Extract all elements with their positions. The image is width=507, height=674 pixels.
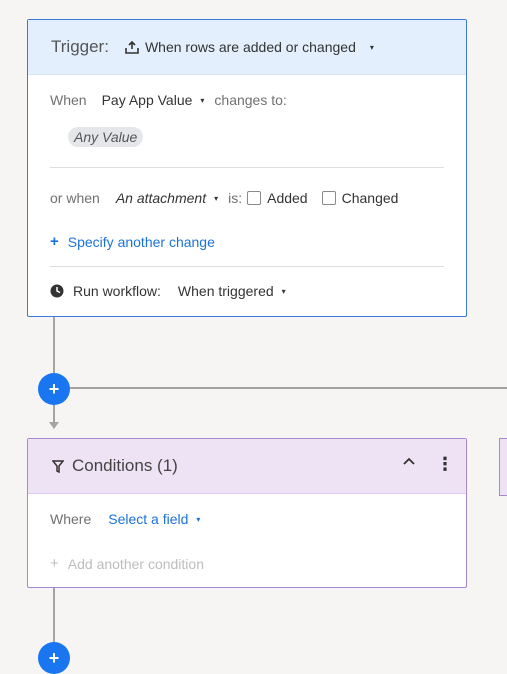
column-select-label: Pay App Value xyxy=(101,92,193,108)
when-label: When xyxy=(50,92,87,108)
trigger-header: Trigger: When rows are added or changed … xyxy=(28,20,466,75)
added-label: Added xyxy=(267,190,308,206)
arrow-down-icon xyxy=(49,422,59,429)
specify-another-change-link[interactable]: + Specify another change xyxy=(50,233,215,250)
branch-connector xyxy=(70,387,507,389)
connector-bottom xyxy=(53,587,55,643)
clock-icon xyxy=(50,284,64,298)
plus-icon: + xyxy=(48,647,60,668)
plus-icon: + xyxy=(50,233,59,250)
more-vertical-icon: ⋮ xyxy=(436,454,454,474)
divider xyxy=(50,167,444,168)
caret-down-icon: ▾ xyxy=(281,286,286,296)
caret-down-icon: ▾ xyxy=(369,42,374,52)
trigger-event-label: When rows are added or changed xyxy=(144,39,356,55)
upload-icon xyxy=(125,40,139,54)
when-row: When Pay App Value ▾ changes to: xyxy=(50,92,287,108)
or-when-label: or when xyxy=(50,190,100,206)
where-row: Where Select a field ▾ xyxy=(50,511,200,527)
where-label: Where xyxy=(50,511,92,527)
run-workflow-label: Run workflow: xyxy=(73,283,161,299)
added-checkbox[interactable]: Added xyxy=(247,190,308,206)
run-workflow-select[interactable]: When triggered ▾ xyxy=(178,283,286,299)
attachment-select[interactable]: An attachment ▾ xyxy=(116,190,218,206)
attachment-select-label: An attachment xyxy=(115,190,207,206)
conditions-header: Conditions (1) ⋮ xyxy=(28,439,466,494)
collapse-button[interactable] xyxy=(403,457,415,465)
checkbox[interactable] xyxy=(247,191,262,205)
add-step-button[interactable]: + xyxy=(38,373,70,405)
select-field-dropdown[interactable]: Select a field ▾ xyxy=(108,511,200,527)
trigger-card: Trigger: When rows are added or changed … xyxy=(27,19,467,317)
any-value-chip[interactable]: Any Value xyxy=(68,127,144,147)
changed-label: Changed xyxy=(341,190,399,206)
checkbox[interactable] xyxy=(321,191,336,205)
plus-icon: + xyxy=(48,378,60,399)
or-when-row: or when An attachment ▾ is: Added Change… xyxy=(50,190,398,206)
add-condition-link[interactable]: + Add another condition xyxy=(50,555,204,572)
filter-icon xyxy=(52,459,64,473)
changes-to-label: changes to: xyxy=(214,92,287,108)
divider xyxy=(50,266,444,267)
caret-down-icon: ▾ xyxy=(214,193,219,203)
caret-down-icon: ▾ xyxy=(196,514,201,524)
column-select[interactable]: Pay App Value ▾ xyxy=(102,92,205,108)
conditions-card: Conditions (1) ⋮ Where Select a field ▾ … xyxy=(27,438,467,588)
run-workflow-row: Run workflow: When triggered ▾ xyxy=(50,283,286,299)
is-label: is: xyxy=(228,190,243,206)
caret-down-icon: ▾ xyxy=(200,95,205,105)
run-workflow-value: When triggered xyxy=(177,283,274,299)
add-condition-label: Add another condition xyxy=(67,555,204,572)
changed-checkbox[interactable]: Changed xyxy=(321,190,399,206)
conditions-title: Conditions (1) xyxy=(72,456,178,475)
chevron-up-icon xyxy=(403,457,415,465)
branch-card-edge[interactable] xyxy=(499,438,507,496)
trigger-event-select[interactable]: When rows are added or changed ▾ xyxy=(125,39,374,55)
trigger-title: Trigger: xyxy=(51,37,109,56)
specify-label: Specify another change xyxy=(67,233,215,250)
add-step-button-bottom[interactable]: + xyxy=(38,642,70,674)
more-menu-button[interactable]: ⋮ xyxy=(436,454,454,475)
connector-top xyxy=(53,316,55,373)
select-field-label: Select a field xyxy=(108,511,189,527)
plus-icon: + xyxy=(50,555,59,572)
